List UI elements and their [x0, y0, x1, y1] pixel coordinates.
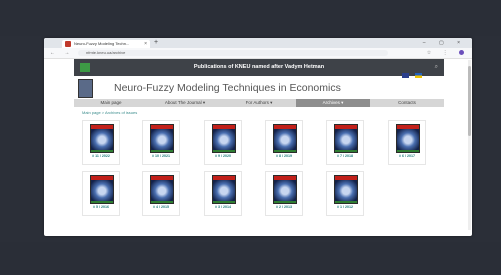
issue-label[interactable]: # 1 / 2012	[327, 205, 363, 209]
search-icon[interactable]: ⌕	[435, 62, 438, 73]
nav-main-page[interactable]: Main page	[74, 99, 148, 107]
toolbar-icons-text: ☆ ⋮	[426, 50, 453, 56]
issue-card[interactable]: # 4 / 2015	[142, 171, 180, 216]
nav-about-journal[interactable]: About The Journal ▾	[148, 99, 222, 107]
toolbar-icons[interactable]: ☆ ⋮	[427, 48, 464, 58]
issue-cover-image[interactable]	[334, 124, 358, 153]
url-text: nfmte.kneu.ua/archive	[86, 50, 126, 55]
new-tab-button[interactable]: +	[154, 39, 158, 47]
issue-label[interactable]: # 11 / 2022	[83, 154, 119, 158]
tab-close-icon[interactable]: ×	[144, 40, 147, 48]
journal-title: Neuro-Fuzzy Modeling Techniques in Econo…	[114, 82, 341, 94]
main-nav: Main page About The Journal ▾ For Author…	[74, 99, 444, 107]
issue-label[interactable]: # 8 / 2019	[266, 154, 302, 158]
browser-window: Neuro-Fuzzy Modeling Techn... × + – ▢ × …	[44, 38, 472, 236]
window-controls[interactable]: – ▢ ×	[423, 38, 466, 48]
journal-banner: Neuro-Fuzzy Modeling Techniques in Econo…	[74, 79, 444, 98]
issue-label[interactable]: # 3 / 2014	[205, 205, 241, 209]
nav-archives[interactable]: Archives ▾	[296, 99, 370, 107]
issue-cover-image[interactable]	[90, 175, 114, 204]
issue-cover-image[interactable]	[150, 175, 174, 204]
ua-flag-icon[interactable]	[415, 73, 422, 78]
issue-card[interactable]: # 10 / 2021	[142, 120, 180, 165]
address-bar[interactable]: nfmte.kneu.ua/archive	[78, 50, 388, 56]
browser-tab[interactable]: Neuro-Fuzzy Modeling Techn... ×	[62, 40, 150, 48]
issue-label[interactable]: # 4 / 2015	[143, 205, 179, 209]
issue-card[interactable]: # 8 / 2019	[265, 120, 303, 165]
issue-label[interactable]: # 5 / 2016	[83, 205, 119, 209]
site-header: Publications of KNEU named after Vadym H…	[74, 59, 444, 78]
journal-cover-thumbnail	[78, 79, 93, 98]
issue-cover-image[interactable]	[90, 124, 114, 153]
page-scrollbar[interactable]	[468, 60, 471, 230]
issue-label[interactable]: # 6 / 2017	[389, 154, 425, 158]
issue-cover-image[interactable]	[212, 175, 236, 204]
issue-card[interactable]: # 7 / 2018	[326, 120, 364, 165]
issue-label[interactable]: # 9 / 2020	[205, 154, 241, 158]
issue-card[interactable]: # 6 / 2017	[388, 120, 426, 165]
issue-card[interactable]: # 1 / 2012	[326, 171, 364, 216]
favicon-icon	[65, 41, 71, 47]
uk-flag-icon[interactable]	[401, 73, 409, 78]
bottom-dark-band	[0, 242, 501, 275]
issue-cover-image[interactable]	[212, 124, 236, 153]
issue-cover-image[interactable]	[150, 124, 174, 153]
browser-toolbar: ← → ⟳ nfmte.kneu.ua/archive ☆ ⋮	[44, 48, 472, 59]
issue-card[interactable]: # 9 / 2020	[204, 120, 242, 165]
issue-cover-image[interactable]	[273, 124, 297, 153]
issue-cover-image[interactable]	[273, 175, 297, 204]
nav-for-authors[interactable]: For Authors ▾	[222, 99, 296, 107]
profile-avatar[interactable]	[459, 50, 464, 56]
issue-cover-image[interactable]	[334, 175, 358, 204]
issue-card[interactable]: # 2 / 2013	[265, 171, 303, 216]
scrollbar-thumb[interactable]	[468, 66, 471, 136]
issue-card[interactable]: # 11 / 2022	[82, 120, 120, 165]
issue-label[interactable]: # 2 / 2013	[266, 205, 302, 209]
tab-title: Neuro-Fuzzy Modeling Techn...	[74, 41, 130, 46]
issue-cover-image[interactable]	[396, 124, 420, 153]
top-dark-band	[0, 0, 501, 36]
issue-label[interactable]: # 10 / 2021	[143, 154, 179, 158]
tab-strip: Neuro-Fuzzy Modeling Techn... × + – ▢ ×	[44, 38, 472, 48]
issue-label[interactable]: # 7 / 2018	[327, 154, 363, 158]
publisher-title: Publications of KNEU named after Vadym H…	[193, 64, 325, 70]
breadcrumb[interactable]: Main page > Archives of issues	[82, 110, 137, 115]
nav-contacts[interactable]: Contacts	[370, 99, 444, 107]
issue-card[interactable]: # 5 / 2016	[82, 171, 120, 216]
issue-card[interactable]: # 3 / 2014	[204, 171, 242, 216]
